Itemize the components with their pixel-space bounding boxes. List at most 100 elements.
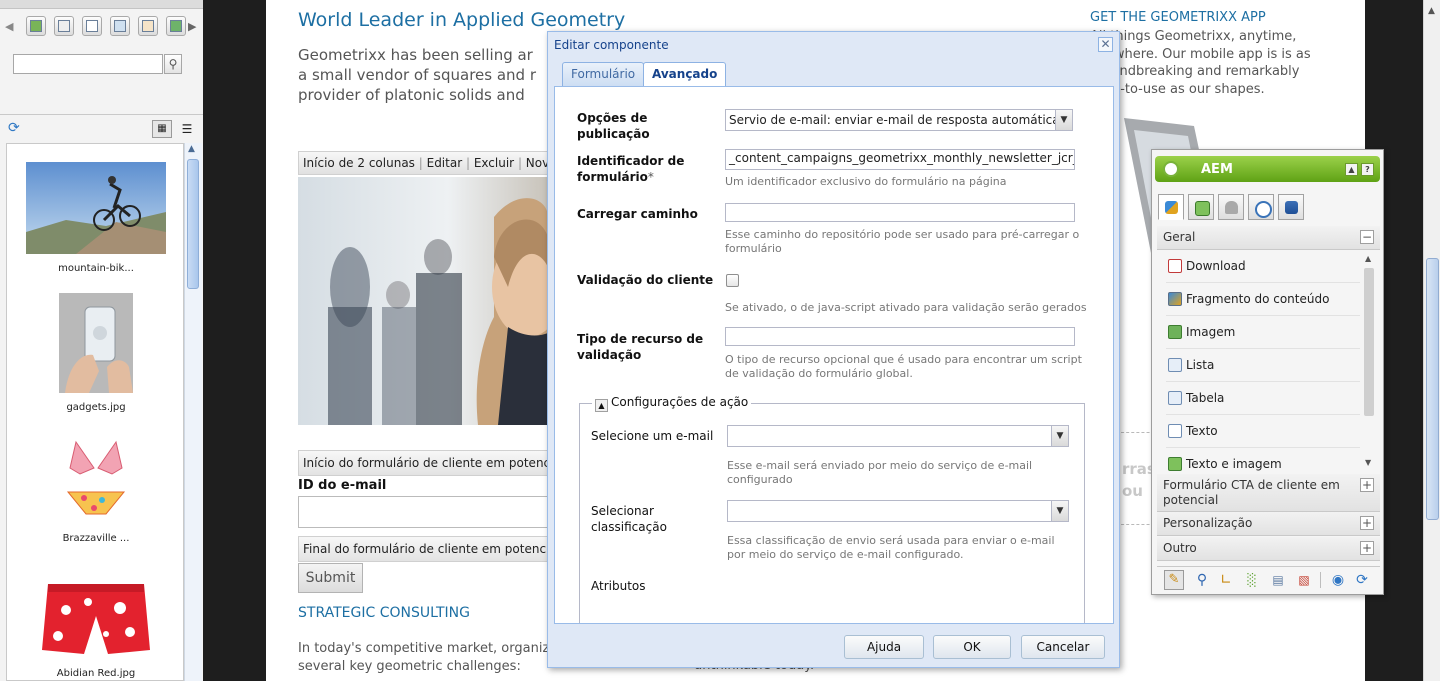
scroll-thumb[interactable]	[1364, 268, 1374, 416]
expand-icon[interactable]: +	[1360, 478, 1374, 492]
scroll-thumb[interactable]	[1426, 258, 1439, 520]
finder-scrollbar[interactable]: ▲	[184, 143, 202, 681]
client-validation-checkbox[interactable]	[726, 274, 739, 287]
text-icon	[1168, 424, 1182, 438]
chart-icon[interactable]: ░	[1242, 570, 1262, 590]
component-text-image[interactable]: Texto e imagem	[1166, 448, 1360, 475]
shorts-thumbnail	[36, 574, 156, 659]
expand-icon[interactable]: +	[1360, 541, 1374, 555]
tab-form[interactable]: Formulário	[562, 62, 645, 86]
zoom-icon[interactable]: ⚲	[1192, 570, 1212, 590]
collapse-icon[interactable]: ▲	[595, 399, 608, 412]
grid-view-icon[interactable]: ▦	[152, 120, 172, 138]
scroll-down-icon[interactable]: ▼	[1365, 458, 1371, 467]
refresh-icon[interactable]: ⟳	[8, 120, 24, 136]
asset-label: mountain-bik...	[58, 263, 134, 274]
list-item[interactable]: mountain-bik...	[7, 162, 183, 274]
list-item[interactable]: Abidian Red.jpg	[7, 574, 183, 679]
clock-tab-icon[interactable]	[1248, 194, 1274, 220]
app-promo-title: GET THE GEOMETRIXX APP	[1090, 10, 1266, 25]
publish-options-select[interactable]: Servio de e-mail: enviar e-mail de respo…	[725, 109, 1073, 131]
pencil-icon[interactable]: ✎	[1164, 570, 1184, 590]
page-gutter-left	[203, 0, 266, 681]
page-tab-icon[interactable]	[1188, 194, 1214, 220]
finder-search-input[interactable]	[13, 54, 163, 74]
content-finder: ◀ ▶ ⚲ ⟳ ▦ ☰ mountain-bik... gadgets.jpg …	[0, 0, 204, 681]
group-general[interactable]: Geral −	[1157, 226, 1380, 250]
form-id-field[interactable]: _content_campaigns_geometrixx_monthly_ne…	[725, 149, 1075, 170]
aem-logo-icon	[1163, 161, 1179, 177]
list-icon	[1168, 358, 1182, 372]
paragraph-icon[interactable]	[110, 16, 130, 36]
group-personalization[interactable]: Personalização +	[1157, 512, 1380, 536]
document-icon[interactable]: ▤	[1268, 570, 1288, 590]
globe-icon[interactable]: ◉	[1328, 570, 1348, 590]
edit-button[interactable]: Editar	[427, 156, 463, 170]
form-start-label: Início do formulário de cliente em poten…	[303, 456, 548, 470]
email-select[interactable]: ▼	[727, 425, 1069, 447]
tab-advanced[interactable]: Avançado	[643, 62, 727, 87]
component-download[interactable]: Download	[1166, 250, 1360, 283]
divider	[0, 114, 203, 115]
image-icon[interactable]	[26, 16, 46, 36]
component-text[interactable]: Texto	[1166, 415, 1360, 448]
chevron-down-icon[interactable]: ▼	[1055, 110, 1072, 130]
scroll-up-icon[interactable]: ▲	[188, 144, 195, 154]
list-item[interactable]: gadgets.jpg	[7, 293, 183, 413]
new-button[interactable]: Novo...	[526, 156, 547, 170]
forward-arrow-icon[interactable]: ▶	[188, 20, 196, 33]
expand-icon[interactable]: +	[1360, 516, 1374, 530]
workflow-tab-icon[interactable]	[1278, 194, 1304, 220]
component-list[interactable]: Lista	[1166, 349, 1360, 382]
help-icon[interactable]: ?	[1361, 163, 1374, 176]
components-tab-icon[interactable]	[1158, 194, 1184, 220]
scroll-thumb[interactable]	[187, 159, 199, 289]
form-end-bar[interactable]: Final do formulário de cliente em potenc…	[298, 536, 548, 562]
document-icon[interactable]	[54, 16, 74, 36]
load-path-field[interactable]	[725, 203, 1075, 222]
list-item[interactable]: Brazzaville ...	[7, 434, 183, 544]
refresh-icon[interactable]: ⟳	[1352, 570, 1372, 590]
chevron-down-icon[interactable]: ▼	[1051, 426, 1068, 446]
product-icon[interactable]	[138, 16, 158, 36]
form-start-bar[interactable]: Início do formulário de cliente em poten…	[298, 450, 548, 476]
fragment-icon	[1168, 292, 1182, 306]
classification-select[interactable]: ▼	[727, 500, 1069, 522]
list-view-icon[interactable]: ☰	[178, 120, 196, 138]
action-settings-fieldset: ▲ Configurações de ação Selecione um e-ma…	[579, 395, 1085, 623]
collapse-icon[interactable]: ▲	[1345, 163, 1358, 176]
intro-text: Geometrixx has been selling ar a small v…	[298, 46, 536, 104]
submit-button[interactable]: Submit	[298, 563, 363, 593]
group-lead-form[interactable]: Formulário CTA de cliente em potencial +	[1157, 474, 1380, 512]
back-arrow-icon[interactable]: ◀	[5, 20, 13, 33]
ok-button[interactable]: OK	[933, 635, 1011, 659]
component-table[interactable]: Tabela	[1166, 382, 1360, 415]
group-other[interactable]: Outro +	[1157, 537, 1380, 561]
sidekick-scrollbar[interactable]: ▲ ▼	[1364, 254, 1376, 474]
close-icon[interactable]: ✕	[1098, 37, 1113, 52]
action-settings-legend[interactable]: ▲ Configurações de ação	[592, 395, 752, 412]
chevron-down-icon[interactable]: ▼	[1051, 501, 1068, 521]
classification-select-help: Essa classificação de envio será usada p…	[727, 534, 1055, 561]
ruler-icon[interactable]: ∟	[1216, 570, 1236, 590]
help-button[interactable]: Ajuda	[844, 635, 924, 659]
validation-resource-help: O tipo de recurso opcional que é usado p…	[725, 353, 1082, 380]
page-scrollbar[interactable]: ▲	[1423, 0, 1440, 681]
scroll-up-icon[interactable]: ▲	[1365, 254, 1371, 263]
collapse-icon[interactable]: −	[1360, 230, 1374, 244]
cancel-button[interactable]: Cancelar	[1021, 635, 1105, 659]
gadget-thumbnail	[59, 293, 133, 393]
validation-resource-field[interactable]	[725, 327, 1075, 346]
page-icon[interactable]	[82, 16, 102, 36]
component-image[interactable]: Imagem	[1166, 316, 1360, 349]
dialog-body: Opções de publicação Servio de e-mail: e…	[554, 86, 1114, 624]
scroll-up-icon[interactable]: ▲	[1428, 6, 1435, 16]
lock-tab-icon[interactable]	[1218, 194, 1244, 220]
component-content-fragment[interactable]: Fragmento do conteúdo	[1166, 283, 1360, 316]
email-field[interactable]	[298, 496, 548, 528]
manuscript-icon[interactable]	[166, 16, 186, 36]
palette-icon[interactable]: ▧	[1294, 570, 1314, 590]
search-icon[interactable]: ⚲	[164, 54, 182, 74]
sidekick-header[interactable]: AEM ▲ ?	[1155, 156, 1380, 182]
delete-button[interactable]: Excluir	[474, 156, 514, 170]
